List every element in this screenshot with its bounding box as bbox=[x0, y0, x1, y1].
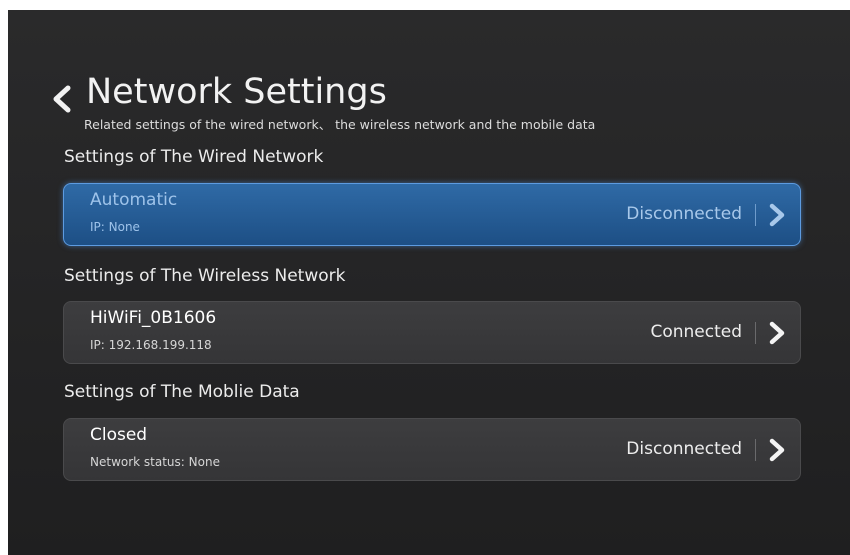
section-title-mobile-data: Settings of The Moblie Data bbox=[64, 382, 300, 402]
divider bbox=[755, 204, 756, 226]
chevron-right-icon bbox=[769, 321, 785, 345]
mobile-status-label: Disconnected bbox=[626, 439, 742, 459]
divider bbox=[755, 322, 756, 344]
wifi-ip-label: IP: 192.168.199.118 bbox=[90, 338, 212, 352]
chevron-right-icon bbox=[769, 438, 785, 462]
divider bbox=[755, 439, 756, 461]
wired-ip-label: IP: None bbox=[90, 220, 140, 234]
wifi-ssid-label: HiWiFi_0B1606 bbox=[90, 308, 217, 328]
wired-status-label: Disconnected bbox=[626, 204, 742, 224]
wifi-status-label: Connected bbox=[650, 322, 742, 342]
wireless-network-row[interactable]: HiWiFi_0B1606 IP: 192.168.199.118 Connec… bbox=[63, 301, 801, 364]
wired-network-row[interactable]: Automatic IP: None Disconnected bbox=[63, 183, 801, 246]
wired-mode-label: Automatic bbox=[90, 190, 178, 210]
back-button[interactable] bbox=[50, 84, 72, 114]
section-title-wireless: Settings of The Wireless Network bbox=[64, 266, 346, 286]
mobile-data-state-label: Closed bbox=[90, 425, 148, 445]
chevron-left-icon bbox=[53, 85, 71, 113]
page-title: Network Settings bbox=[86, 72, 387, 112]
chevron-right-icon bbox=[769, 203, 785, 227]
mobile-network-status-label: Network status: None bbox=[90, 455, 220, 469]
tv-screen: Network Settings Related settings of the… bbox=[8, 10, 850, 555]
page-subtitle: Related settings of the wired network、 t… bbox=[84, 117, 596, 132]
section-title-wired: Settings of The Wired Network bbox=[64, 147, 324, 167]
mobile-data-row[interactable]: Closed Network status: None Disconnected bbox=[63, 418, 801, 481]
